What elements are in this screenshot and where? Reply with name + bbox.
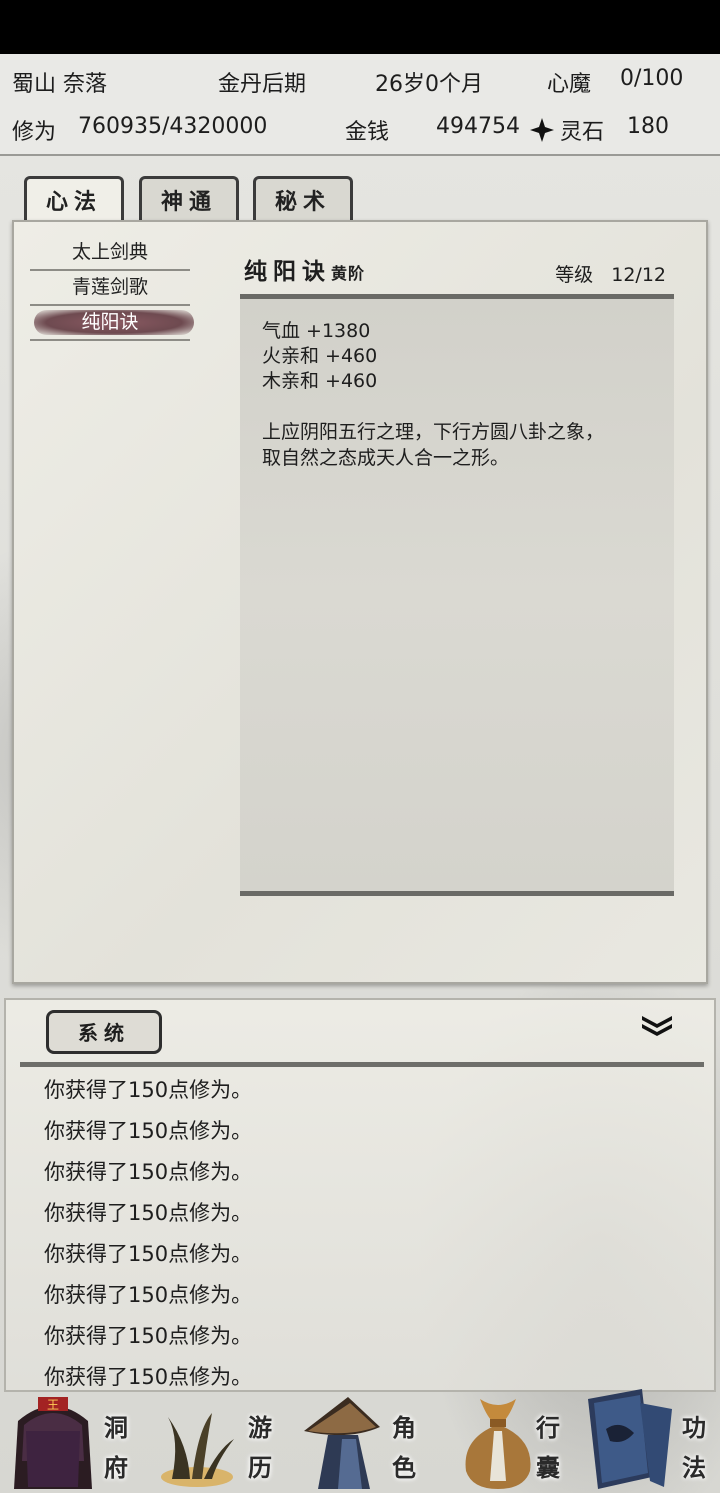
skill-list: 太上剑典 青莲剑歌 纯阳诀 xyxy=(30,236,194,341)
nav-label-char: 功 xyxy=(682,1413,706,1442)
log-line: 你获得了150点修为。 xyxy=(44,1283,253,1307)
money-label: 金钱 xyxy=(345,120,390,145)
status-bar xyxy=(0,0,720,54)
skill-item-qinglian[interactable]: 青莲剑歌 xyxy=(30,271,190,306)
nav-skills[interactable]: 功 法 xyxy=(576,1389,720,1493)
tab-mishu[interactable]: 秘术 xyxy=(253,176,353,220)
nav-label-char: 色 xyxy=(392,1453,416,1482)
tab-system-log[interactable]: 系统 xyxy=(46,1010,162,1054)
log-line: 你获得了150点修为。 xyxy=(44,1160,253,1184)
books-icon xyxy=(580,1389,680,1493)
nav-label-char: 府 xyxy=(104,1453,128,1482)
skill-item-label: 青莲剑歌 xyxy=(71,276,148,298)
stat-line: 气血 +1380 xyxy=(262,320,371,342)
system-log-panel: 系统 你获得了150点修为。 你获得了150点修为。 你获得了150点修为。 你… xyxy=(4,998,716,1392)
bottom-navigation: 王 洞 府 游 历 角 色 行 囊 功 法 xyxy=(0,1389,720,1493)
nav-travel[interactable]: 游 历 xyxy=(144,1392,288,1493)
bag-pouch-icon xyxy=(458,1391,538,1493)
log-separator xyxy=(20,1062,704,1067)
skill-description: 上应阴阳五行之理，下行方圆八卦之象， 取自然之态成天人合一之形。 xyxy=(262,419,652,471)
character-hat-icon xyxy=(298,1391,388,1493)
nav-label-char: 洞 xyxy=(104,1413,128,1442)
nav-label-char: 行 xyxy=(536,1413,560,1442)
heart-demon-value: 0/100 xyxy=(620,66,684,91)
skill-item-label: 太上剑典 xyxy=(71,241,148,263)
skill-panel: 太上剑典 青莲剑歌 纯阳诀 纯阳诀黄阶 等级 12/12 气血 +1380 火亲… xyxy=(12,220,708,984)
location-text: 蜀山 奈落 xyxy=(12,72,107,97)
stat-line: 火亲和 +460 xyxy=(262,345,378,367)
log-line: 你获得了150点修为。 xyxy=(44,1119,253,1143)
nav-character[interactable]: 角 色 xyxy=(288,1392,432,1493)
cave-mansion-icon: 王 xyxy=(8,1391,98,1493)
svg-text:王: 王 xyxy=(47,1398,59,1412)
skill-detail-box: 气血 +1380 火亲和 +460 木亲和 +460 上应阴阳五行之理，下行方圆… xyxy=(240,294,674,896)
nav-bag[interactable]: 行 囊 xyxy=(432,1392,576,1493)
spirit-stone-value: 180 xyxy=(627,114,669,139)
log-line: 你获得了150点修为。 xyxy=(44,1201,253,1225)
description-line: 取自然之态成天人合一之形。 xyxy=(262,447,510,469)
tab-xinfa[interactable]: 心法 xyxy=(24,176,124,224)
log-line: 你获得了150点修为。 xyxy=(44,1242,253,1266)
nav-label-char: 历 xyxy=(248,1453,272,1482)
collapse-chevron-icon[interactable] xyxy=(640,1014,674,1038)
log-line: 你获得了150点修为。 xyxy=(44,1078,253,1102)
travel-grass-icon xyxy=(152,1409,242,1493)
level-label: 等级 xyxy=(555,264,594,286)
age-text: 26岁0个月 xyxy=(375,72,483,97)
spirit-stone-icon xyxy=(528,116,556,148)
skill-name: 纯阳诀 xyxy=(244,258,331,285)
description-line: 上应阴阳五行之理，下行方圆八卦之象， xyxy=(262,421,605,443)
nav-label-char: 角 xyxy=(392,1413,416,1442)
cultivation-value: 760935/4320000 xyxy=(78,114,268,139)
heart-demon-label: 心魔 xyxy=(547,72,592,97)
stat-line: 木亲和 +460 xyxy=(262,370,378,392)
money-value: 494754 xyxy=(436,114,520,139)
log-line: 你获得了150点修为。 xyxy=(44,1324,253,1348)
nav-label-char: 囊 xyxy=(536,1453,560,1482)
spirit-stone-label: 灵石 xyxy=(560,120,605,145)
nav-label-char: 游 xyxy=(248,1413,272,1442)
level-value: 12/12 xyxy=(611,264,666,286)
skill-title: 纯阳诀黄阶 xyxy=(244,252,365,286)
nav-label-char: 法 xyxy=(682,1453,706,1482)
skill-item-taishang[interactable]: 太上剑典 xyxy=(30,236,190,271)
log-line: 你获得了150点修为。 xyxy=(44,1365,253,1389)
cultivation-label: 修为 xyxy=(12,120,57,145)
nav-cave-mansion[interactable]: 王 洞 府 xyxy=(0,1392,144,1493)
realm-text: 金丹后期 xyxy=(218,72,307,97)
skill-level: 等级 12/12 xyxy=(555,260,666,287)
skill-item-chunyang[interactable]: 纯阳诀 xyxy=(30,306,194,341)
player-info-header: 蜀山 奈落 金丹后期 26岁0个月 心魔 0/100 修为 760935/432… xyxy=(0,54,720,156)
skill-tier: 黄阶 xyxy=(331,264,366,283)
skill-item-label: 纯阳诀 xyxy=(81,311,139,333)
tab-shentong[interactable]: 神通 xyxy=(139,176,239,220)
